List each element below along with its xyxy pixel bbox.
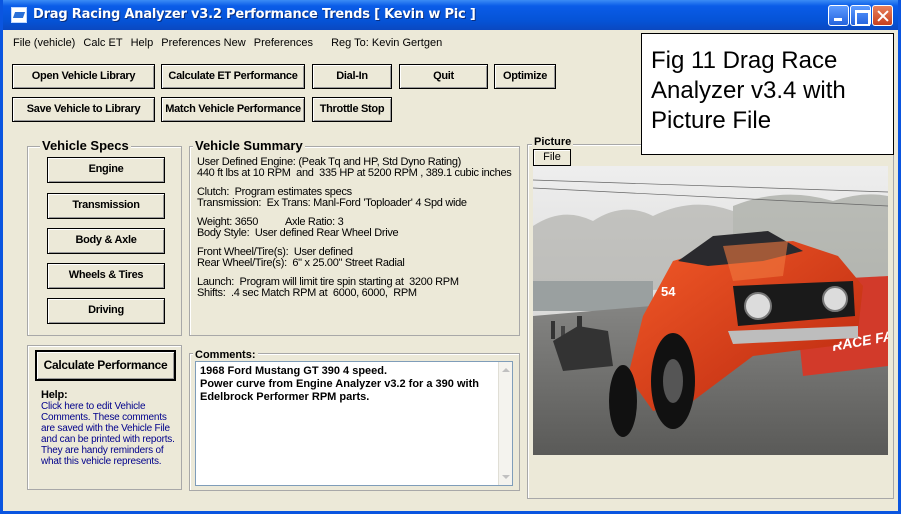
- window-title: Drag Racing Analyzer v3.2 Performance Tr…: [33, 7, 476, 22]
- help-text-block[interactable]: Help: Click here to edit Vehicle Comment…: [41, 389, 181, 468]
- vehicle-photo: RACE FANS 54: [533, 166, 888, 455]
- picture-file-button[interactable]: File: [533, 149, 571, 166]
- summary-body: Weight: 3650 Axle Ratio: 3 Body Style: U…: [197, 216, 399, 239]
- engine-button[interactable]: Engine: [47, 157, 165, 183]
- transmission-button[interactable]: Transmission: [47, 193, 165, 219]
- match-vehicle-performance-button[interactable]: Match Vehicle Performance: [161, 97, 305, 122]
- summary-engine: User Defined Engine: (Peak Tq and HP, St…: [197, 156, 512, 179]
- help-heading: Help:: [41, 389, 68, 401]
- app-window: Drag Racing Analyzer v3.2 Performance Tr…: [0, 0, 901, 514]
- menu-preferences[interactable]: Preferences: [254, 37, 313, 49]
- menu-bar: File (vehicle) Calc ET Help Preferences …: [13, 37, 447, 51]
- picture-title: Picture: [532, 136, 574, 148]
- comments-textbox[interactable]: 1968 Ford Mustang GT 390 4 speed. Power …: [195, 361, 513, 486]
- help-text[interactable]: Click here to edit Vehicle Comments. The…: [41, 401, 181, 467]
- vehicle-summary-text: User Defined Engine: (Peak Tq and HP, St…: [197, 157, 517, 307]
- scroll-down-icon[interactable]: [502, 475, 510, 479]
- maximize-button[interactable]: [850, 5, 871, 26]
- registration-label: Reg To: Kevin Gertgen: [331, 37, 443, 49]
- comments-text[interactable]: 1968 Ford Mustang GT 390 4 speed. Power …: [200, 365, 498, 404]
- dial-in-button[interactable]: Dial-In: [312, 64, 392, 89]
- driving-button[interactable]: Driving: [47, 298, 165, 324]
- menu-calc-et[interactable]: Calc ET: [83, 37, 122, 49]
- body-axle-button[interactable]: Body & Axle: [47, 228, 165, 254]
- vehicle-summary-title: Vehicle Summary: [193, 138, 305, 153]
- optimize-button[interactable]: Optimize: [494, 64, 556, 89]
- drag-car-image: RACE FANS 54: [533, 166, 888, 455]
- summary-launch: Launch: Program will limit tire spin sta…: [197, 276, 459, 299]
- save-vehicle-library-button[interactable]: Save Vehicle to Library: [12, 97, 155, 122]
- figure-caption: Fig 11 Drag Race Analyzer v3.4 with Pict…: [651, 47, 846, 134]
- scroll-up-icon[interactable]: [502, 368, 510, 372]
- quit-button[interactable]: Quit: [399, 64, 488, 89]
- app-icon: [11, 7, 27, 23]
- menu-preferences-new[interactable]: Preferences New: [161, 37, 245, 49]
- open-vehicle-library-button[interactable]: Open Vehicle Library: [12, 64, 155, 89]
- summary-tires: Front Wheel/Tire(s): User defined Rear W…: [197, 246, 405, 269]
- comments-title: Comments:: [193, 349, 258, 361]
- throttle-stop-button[interactable]: Throttle Stop: [312, 97, 392, 122]
- minimize-button[interactable]: [828, 5, 849, 26]
- title-bar[interactable]: Drag Racing Analyzer v3.2 Performance Tr…: [3, 0, 898, 30]
- menu-help[interactable]: Help: [131, 37, 154, 49]
- summary-transmission: Clutch: Program estimates specs Transmis…: [197, 186, 467, 209]
- vehicle-specs-title: Vehicle Specs: [40, 138, 131, 153]
- figure-caption-box: Fig 11 Drag Race Analyzer v3.4 with Pict…: [641, 33, 894, 155]
- comments-scrollbar[interactable]: [498, 362, 512, 485]
- calculate-et-button[interactable]: Calculate ET Performance: [161, 64, 305, 89]
- car-number: 54: [661, 284, 676, 299]
- close-button[interactable]: [872, 5, 893, 26]
- menu-file[interactable]: File (vehicle): [13, 37, 75, 49]
- calculate-performance-button[interactable]: Calculate Performance: [35, 350, 176, 381]
- wheels-tires-button[interactable]: Wheels & Tires: [47, 263, 165, 289]
